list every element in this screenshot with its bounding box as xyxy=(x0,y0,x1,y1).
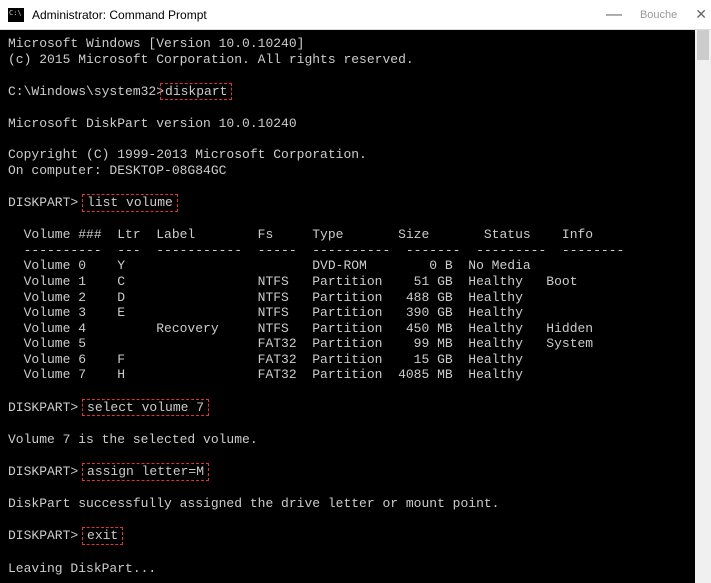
scrollbar[interactable] xyxy=(695,30,711,583)
window-title: Administrator: Command Prompt xyxy=(32,8,606,22)
terminal-output[interactable]: Microsoft Windows [Version 10.0.10240] (… xyxy=(0,30,711,583)
cmd-diskpart: diskpart xyxy=(160,83,232,101)
scrollbar-thumb[interactable] xyxy=(697,30,709,60)
cmd-exit: exit xyxy=(82,527,123,545)
window-controls: — Bouche ✕ xyxy=(606,6,707,23)
cmd-list-volume: list volume xyxy=(82,194,178,212)
cmd-icon xyxy=(8,8,24,22)
titlebar: Administrator: Command Prompt — Bouche ✕ xyxy=(0,0,711,30)
cmd-assign-letter: assign letter=M xyxy=(82,463,209,481)
close-button[interactable]: ✕ xyxy=(695,6,707,23)
minimize-button[interactable]: — xyxy=(606,7,622,23)
cmd-select-volume: select volume 7 xyxy=(82,399,209,417)
restore-button[interactable]: Bouche xyxy=(640,9,677,21)
